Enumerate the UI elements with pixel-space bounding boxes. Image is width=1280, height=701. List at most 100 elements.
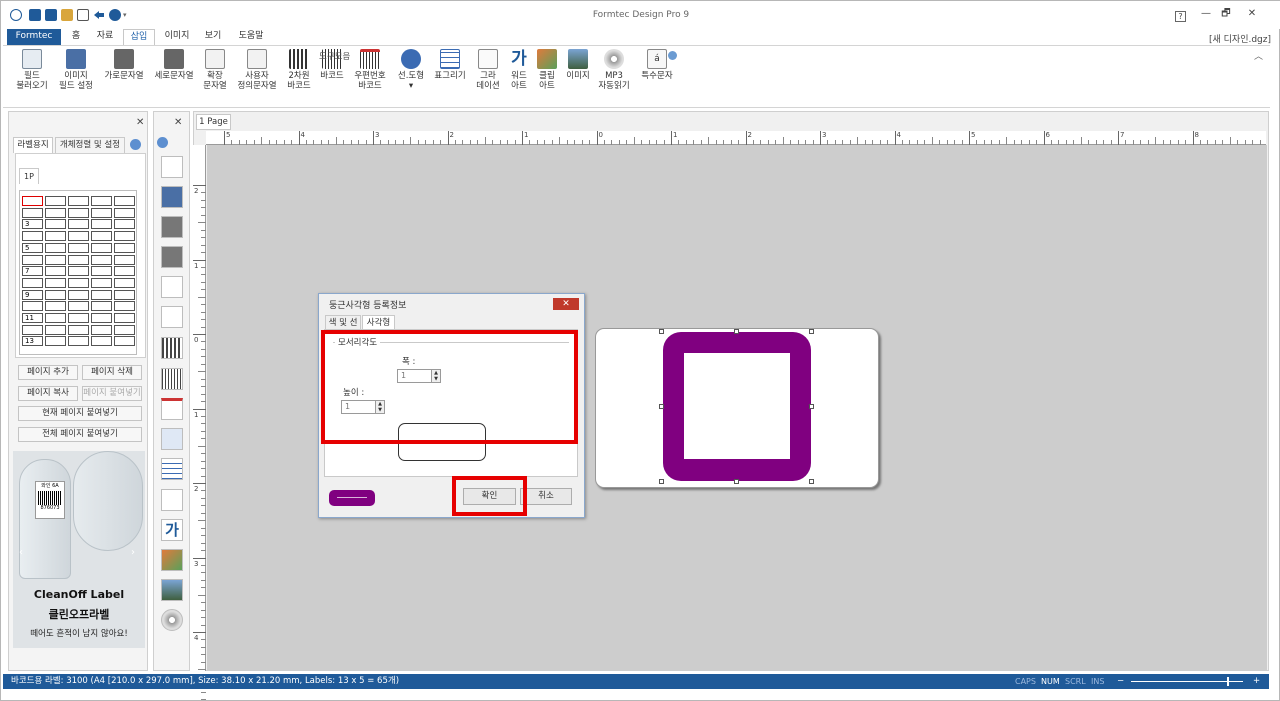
ribbon-table-button[interactable]: 표그리기 xyxy=(431,49,469,81)
zoom-in-button[interactable]: + xyxy=(1253,674,1260,689)
tab-image[interactable]: 이미지 xyxy=(159,29,195,45)
label-cell[interactable] xyxy=(114,242,135,253)
label-cell[interactable]: 9 xyxy=(22,289,43,300)
tab-view[interactable]: 보기 xyxy=(199,29,227,45)
add-page-button[interactable]: 페이지 추가 xyxy=(18,365,78,380)
label-cell[interactable] xyxy=(68,289,89,300)
label-cell[interactable] xyxy=(68,207,89,218)
tab-color-line[interactable]: 색 및 선 xyxy=(325,315,361,330)
ribbon-image-field-button[interactable]: 이미지 필드 설정 xyxy=(53,49,99,91)
ribbon-mp3-button[interactable]: MP3 자동읽기 xyxy=(597,49,631,91)
tool-gradation-icon[interactable] xyxy=(161,489,183,511)
tool-shape-icon[interactable] xyxy=(161,428,183,450)
label-cell[interactable]: 3 xyxy=(22,219,43,230)
label-cell[interactable] xyxy=(91,266,112,277)
tool-mp3-disc-icon[interactable] xyxy=(161,609,183,631)
label-cell[interactable] xyxy=(45,301,66,312)
resize-handle[interactable] xyxy=(659,479,664,484)
delete-page-button[interactable]: 페이지 삭제 xyxy=(82,365,142,380)
label-cell[interactable] xyxy=(114,301,135,312)
tab-help[interactable]: 도움말 xyxy=(233,29,269,45)
panel-close-icon[interactable]: ✕ xyxy=(136,117,144,128)
label-cell[interactable] xyxy=(45,231,66,242)
tool-qr-code-icon[interactable] xyxy=(161,337,183,359)
group-launcher-icon[interactable] xyxy=(668,51,677,60)
page-tab[interactable]: 1 Page xyxy=(196,114,231,130)
label-cell[interactable]: 7 xyxy=(22,266,43,277)
label-cell[interactable] xyxy=(68,336,89,347)
label-cell[interactable] xyxy=(45,207,66,218)
label-cell[interactable] xyxy=(22,254,43,265)
label-cell[interactable] xyxy=(91,336,112,347)
paste-current-page-button[interactable]: 현재 페이지 붙여넣기 xyxy=(18,406,142,421)
resize-handle[interactable] xyxy=(809,404,814,409)
paste-all-pages-button[interactable]: 전체 페이지 붙여넣기 xyxy=(18,427,142,442)
tab-object-align[interactable]: 개체정렬 및 설정 xyxy=(55,137,125,153)
label-cell[interactable] xyxy=(45,277,66,288)
label-cell[interactable] xyxy=(22,301,43,312)
tab-home[interactable]: 홈 xyxy=(65,29,87,45)
ribbon-shape-button[interactable]: 선.도형 ▾ xyxy=(393,49,429,91)
tool-custom-text-icon[interactable] xyxy=(161,306,183,328)
label-cell[interactable] xyxy=(91,219,112,230)
tab-rectangle[interactable]: 사각형 xyxy=(362,315,395,330)
label-cell[interactable] xyxy=(68,196,89,206)
label-cell[interactable] xyxy=(91,207,112,218)
label-cell[interactable] xyxy=(22,207,43,218)
tab-insert[interactable]: 삽입 xyxy=(123,29,155,45)
label-cell[interactable] xyxy=(114,266,135,277)
label-cell[interactable] xyxy=(114,207,135,218)
label-cell[interactable] xyxy=(45,336,66,347)
tool-word-art-icon[interactable]: 가 xyxy=(161,519,183,541)
tab-label-paper[interactable]: 라벨용지 xyxy=(13,137,53,153)
label-cell[interactable] xyxy=(22,277,43,288)
label-cell[interactable] xyxy=(45,289,66,300)
restore-button[interactable]: 🗗 xyxy=(1217,6,1235,22)
color-button[interactable] xyxy=(329,490,375,506)
label-cell[interactable] xyxy=(45,324,66,335)
tool-table-icon[interactable] xyxy=(161,458,183,480)
label-cell[interactable] xyxy=(22,196,43,206)
ribbon-2d-barcode-button[interactable]: 2차원 바코드 xyxy=(283,49,315,91)
tool-vertical-text-icon[interactable] xyxy=(161,246,183,268)
label-cell[interactable] xyxy=(91,313,112,323)
minimize-button[interactable]: — xyxy=(1197,6,1215,22)
label-cell[interactable] xyxy=(91,301,112,312)
label-cell[interactable] xyxy=(114,336,135,347)
resize-handle[interactable] xyxy=(659,404,664,409)
label-cell[interactable] xyxy=(68,324,89,335)
close-button[interactable]: ✕ xyxy=(1243,6,1261,22)
label-cell[interactable] xyxy=(68,231,89,242)
ribbon-gradation-button[interactable]: 그라 데이션 xyxy=(473,49,503,91)
cancel-button[interactable]: 취소 xyxy=(520,488,572,505)
panel-nav-icon[interactable] xyxy=(130,139,141,150)
tool-field-load-icon[interactable] xyxy=(161,156,183,178)
label-cell[interactable] xyxy=(114,219,135,230)
label-cell[interactable]: 5 xyxy=(22,242,43,253)
label-cell[interactable] xyxy=(91,324,112,335)
advertisement-banner[interactable]: 와인 6A 876073 ‹ › CleanOff Label 클린오프라벨 떼… xyxy=(13,451,145,648)
resize-handle[interactable] xyxy=(809,479,814,484)
label-cell[interactable] xyxy=(114,324,135,335)
label-cell[interactable] xyxy=(91,231,112,242)
ribbon-custom-text-button[interactable]: 사용자 정의문자열 xyxy=(233,49,281,91)
tool-postal-barcode-icon[interactable] xyxy=(161,398,183,420)
label-cell[interactable] xyxy=(91,242,112,253)
tool-barcode-icon[interactable] xyxy=(161,368,183,390)
help-icon[interactable]: ? xyxy=(1175,11,1186,22)
tab-formtec[interactable]: Formtec xyxy=(7,29,61,45)
label-cell[interactable] xyxy=(91,277,112,288)
label-cell[interactable] xyxy=(114,196,135,206)
label-cell[interactable] xyxy=(114,313,135,323)
label-cell[interactable] xyxy=(114,254,135,265)
tool-clip-art-icon[interactable] xyxy=(161,549,183,571)
toolbar-nav-icon[interactable] xyxy=(157,137,168,148)
label-cell[interactable] xyxy=(114,289,135,300)
ribbon-postal-barcode-button[interactable]: 우편번호 바코드 xyxy=(349,49,391,91)
label-cell[interactable] xyxy=(68,313,89,323)
copy-page-button[interactable]: 페이지 복사 xyxy=(18,386,78,401)
label-cell[interactable] xyxy=(45,313,66,323)
tool-extended-text-icon[interactable] xyxy=(161,276,183,298)
label-cell[interactable] xyxy=(68,266,89,277)
tab-data[interactable]: 자료 xyxy=(92,29,118,45)
